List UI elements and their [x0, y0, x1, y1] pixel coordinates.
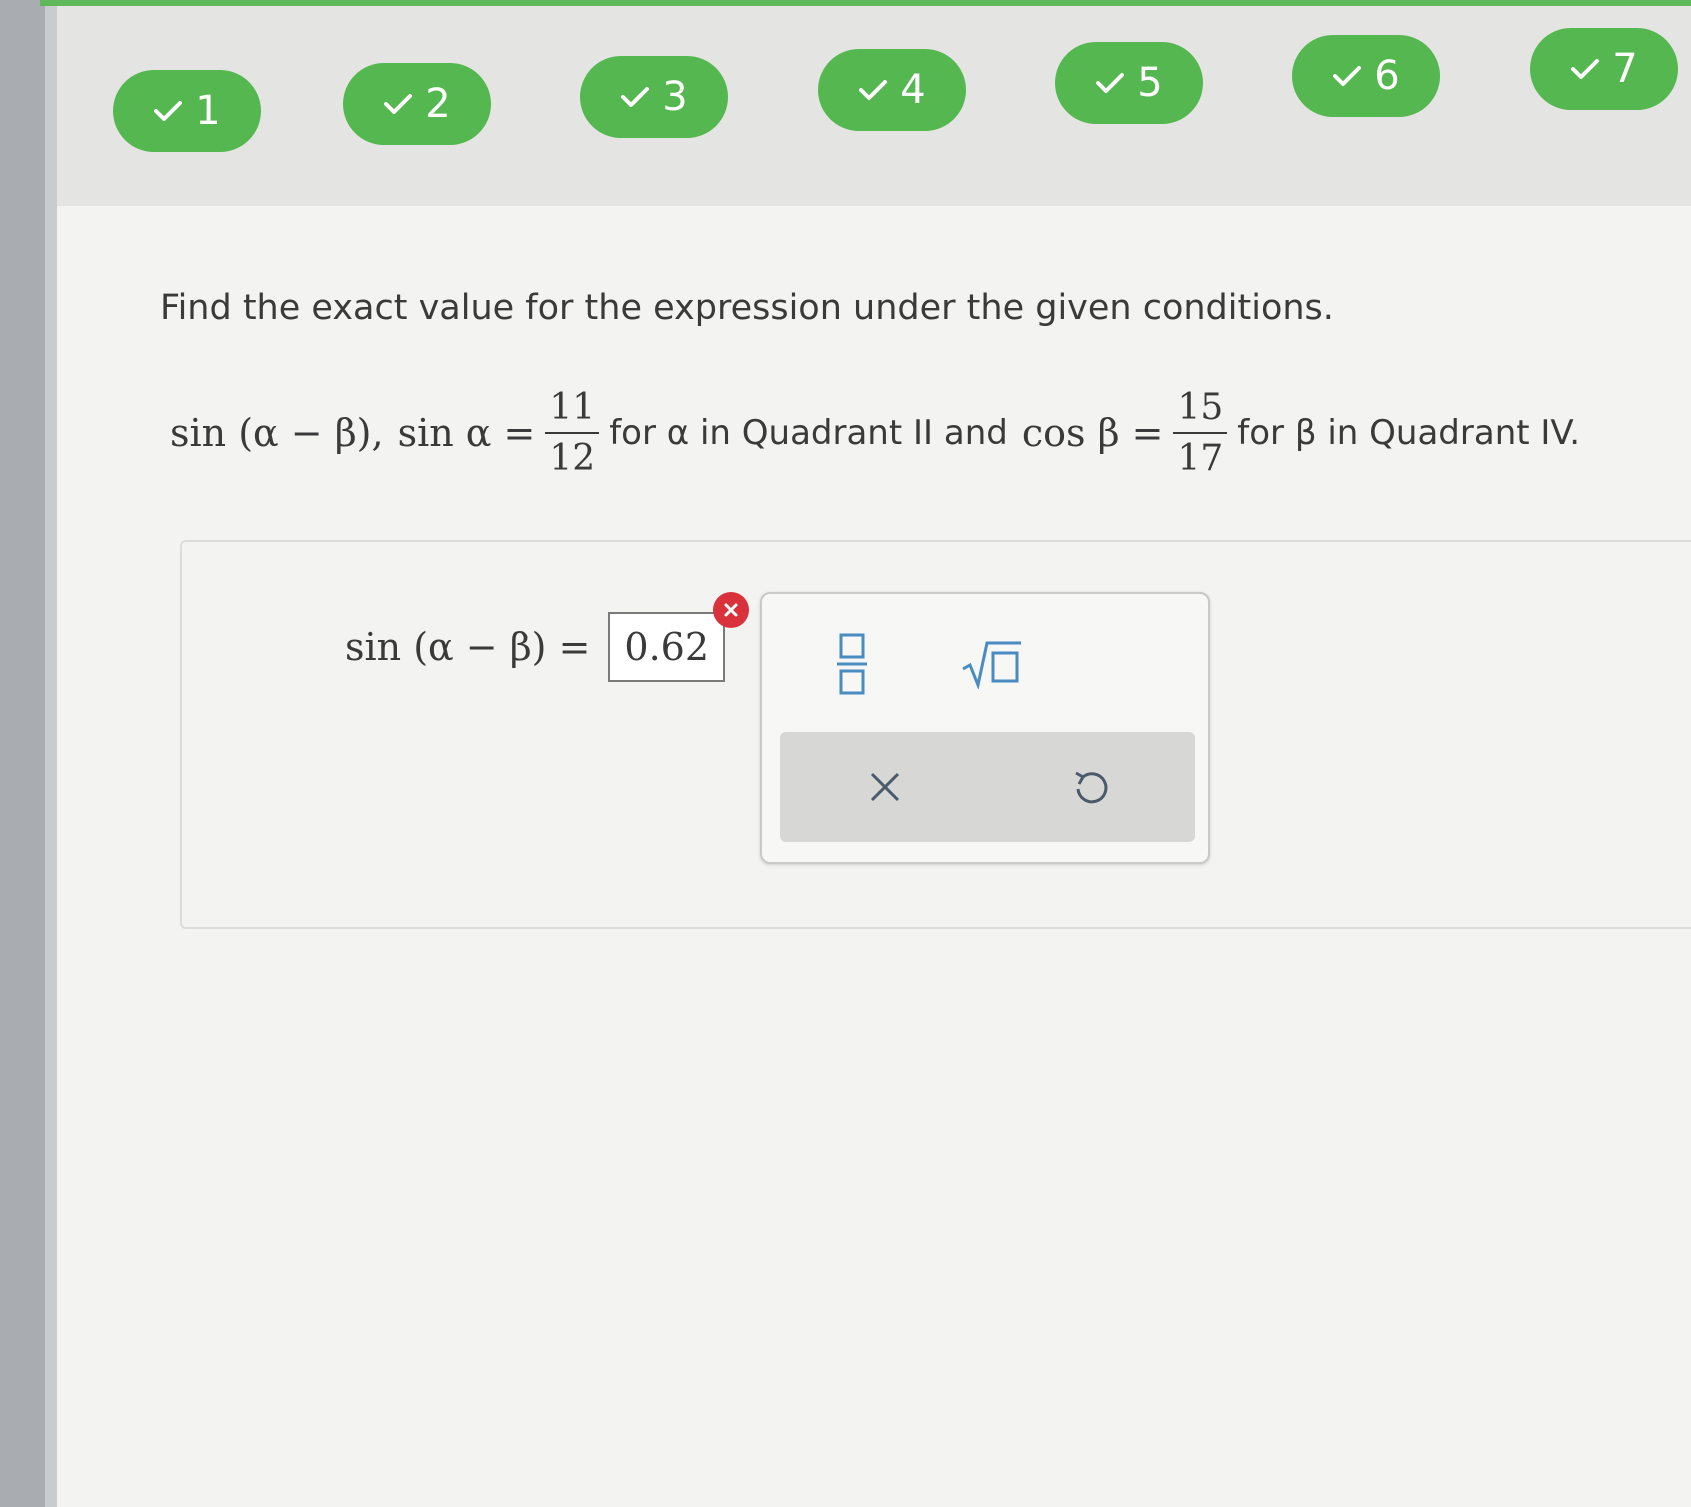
check-icon: [1095, 71, 1125, 95]
page: 1234567 Find the exact value for the exp…: [0, 0, 1691, 1507]
undo-button[interactable]: [1055, 752, 1125, 822]
answer-label: sin (α − β) =: [345, 625, 591, 669]
question-pill-6[interactable]: 6: [1292, 35, 1440, 117]
question-pill-7[interactable]: 7: [1530, 28, 1678, 110]
beta-numerator: 15: [1173, 387, 1228, 434]
answer-input[interactable]: 0.62: [608, 592, 750, 682]
question-number: 1: [195, 88, 221, 134]
question-pill-1[interactable]: 1: [113, 70, 261, 152]
check-icon: [1332, 64, 1362, 88]
question-number: 6: [1374, 53, 1400, 99]
incorrect-icon: [713, 592, 750, 628]
check-icon: [858, 78, 888, 102]
alpha-fraction: 11 12: [545, 387, 600, 480]
answer-row: sin (α − β) = 0.62: [345, 592, 750, 682]
fraction-button[interactable]: [817, 624, 887, 704]
cos-beta-label: cos β =: [1021, 411, 1164, 455]
undo-icon: [1075, 771, 1108, 804]
clear-button[interactable]: [850, 752, 920, 822]
square-root-icon: [962, 641, 1021, 689]
question-pill-2[interactable]: 2: [343, 63, 491, 145]
fraction-icon: [837, 633, 867, 695]
question-pill-3[interactable]: 3: [580, 56, 728, 138]
question-number: 2: [425, 81, 451, 127]
question-pill-4[interactable]: 4: [818, 49, 966, 131]
sin-alpha-label: sin α =: [397, 411, 536, 455]
question-pill-5[interactable]: 5: [1055, 42, 1203, 124]
question-nav: 1 2 3 4 5 6 7: [0, 0, 1691, 200]
beta-fraction: 15 17: [1173, 387, 1228, 480]
beta-denominator: 17: [1177, 438, 1224, 479]
question-number: 7: [1612, 46, 1638, 92]
alpha-numerator: 11: [545, 387, 600, 434]
alpha-denominator: 12: [549, 438, 596, 479]
check-icon: [620, 85, 650, 109]
check-icon: [383, 92, 413, 116]
close-icon: [870, 772, 900, 802]
check-icon: [153, 99, 183, 123]
question-number: 5: [1137, 60, 1163, 106]
beta-condition: for β in Quadrant IV.: [1237, 413, 1581, 453]
keypad-tools: [780, 732, 1195, 842]
target-expression: sin (α − β),: [170, 411, 384, 455]
alpha-condition: for α in Quadrant II and: [609, 413, 1008, 453]
question-number: 3: [662, 74, 688, 120]
problem-expression: sin (α − β), sin α = 11 12 for α in Quad…: [170, 378, 1580, 488]
question-number: 4: [900, 67, 926, 113]
math-keypad: [760, 592, 1210, 864]
check-icon: [1570, 57, 1600, 81]
answer-value: 0.62: [624, 625, 710, 669]
screen-edge: [45, 0, 57, 1507]
square-root-button[interactable]: [952, 624, 1032, 704]
question-prompt: Find the exact value for the expression …: [160, 288, 1334, 328]
screen-bezel: [0, 0, 45, 1507]
